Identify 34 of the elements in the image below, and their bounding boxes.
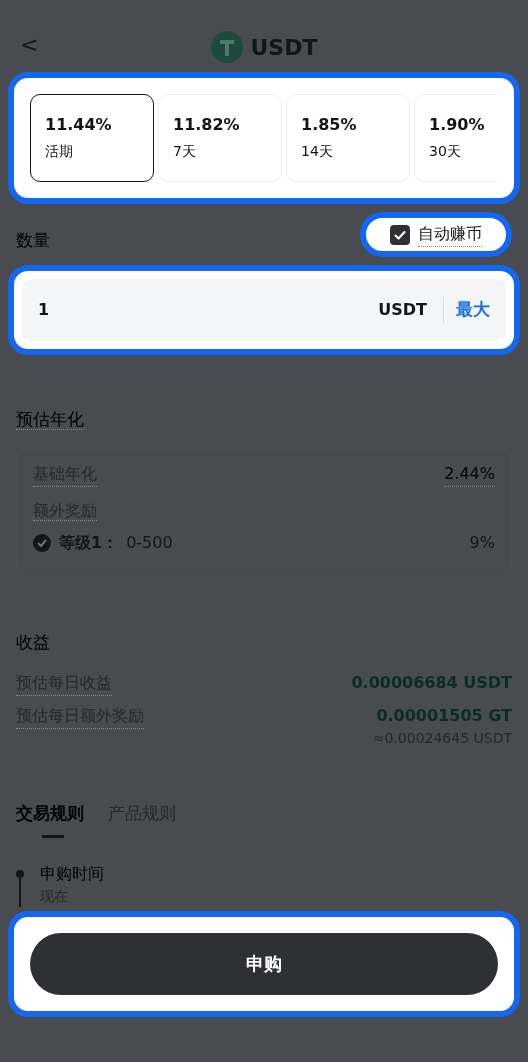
rate-text: 1.90% (429, 114, 486, 136)
rate-text: 11.82% (173, 114, 241, 136)
auto-earn-toggle[interactable]: 自动赚币 (360, 212, 512, 257)
term-label: 14天 (301, 142, 334, 161)
timeline-title: 申购时间 (40, 862, 104, 885)
timeline-dot (16, 869, 24, 878)
rate-text: 1.85% (301, 114, 358, 136)
max-button[interactable]: 最大 (443, 297, 490, 323)
section-title: 收益 (16, 631, 50, 652)
base-apr-value: 2.44% (444, 461, 495, 487)
term-card[interactable]: 11.44% 活期 (30, 94, 154, 182)
section-title: 预估年化 (16, 409, 84, 430)
earning-value: 0.00001505 GT (375, 705, 512, 727)
earning-value: 0.00006684 USDT (351, 672, 512, 694)
timeline-line (19, 877, 21, 907)
term-card[interactable]: 11.82% 7天 (158, 94, 282, 182)
check-icon (394, 229, 406, 240)
amount-field[interactable]: 1 USDT 最大 (22, 279, 506, 341)
tier-range: 0-500 (126, 531, 174, 554)
unit-label: USDT (378, 299, 427, 321)
auto-earn-label: 自动赚币 (418, 222, 482, 247)
amount-value: 1 (38, 299, 51, 321)
subscribe-button[interactable]: 申购 (30, 932, 498, 995)
term-label: 30天 (429, 142, 462, 161)
term-card[interactable]: 1.90% 30天 (414, 94, 498, 182)
term-label: 活期 (45, 142, 74, 161)
term-card[interactable]: 1.85% 14天 (286, 94, 410, 182)
checkbox[interactable] (390, 224, 410, 245)
rate-text: 11.44% (45, 114, 113, 136)
tab-indicator (42, 834, 64, 838)
quantity-label: 数量 (16, 228, 50, 252)
coin-logo-icon (210, 31, 243, 63)
term-label: 7天 (173, 142, 197, 161)
tier-value: 9% (469, 531, 495, 554)
